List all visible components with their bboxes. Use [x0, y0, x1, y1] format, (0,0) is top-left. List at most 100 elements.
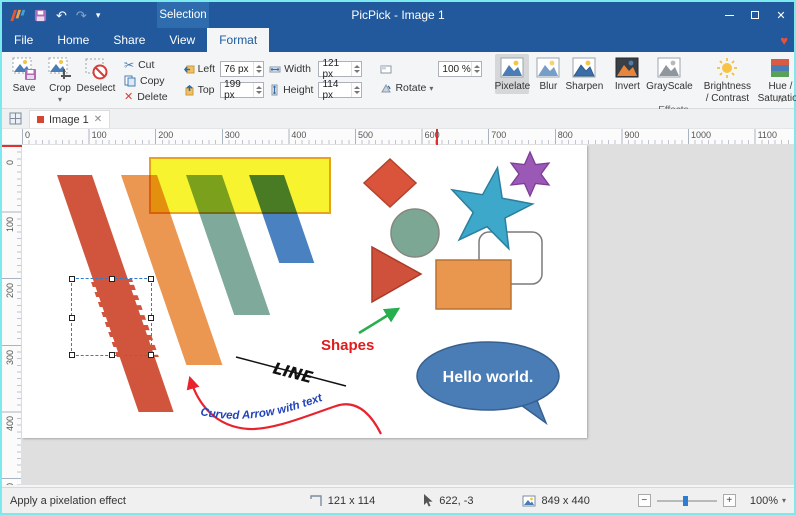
pixelated-edge-left [90, 279, 124, 357]
spin-down-icon[interactable] [354, 91, 360, 94]
maximize-button[interactable] [742, 2, 768, 28]
spin-up-icon[interactable] [354, 65, 360, 68]
qat-customize-icon[interactable]: ▾ [96, 11, 101, 20]
tab-file[interactable]: File [2, 28, 45, 52]
zoom-input[interactable]: 100 % [438, 61, 482, 77]
undo-icon[interactable]: ↶ [56, 9, 67, 22]
image-canvas[interactable]: Shapes LINE Curved Arrow with text Hello… [22, 145, 587, 438]
deselect-button[interactable]: Deselect [79, 54, 113, 96]
modified-indicator-icon [37, 116, 44, 123]
ribbon-collapse-icon[interactable]: ∧ [777, 94, 784, 105]
selection-handle-n[interactable] [109, 276, 115, 282]
save-icon [11, 57, 37, 81]
width-input[interactable]: 121 px [318, 61, 362, 77]
six-point-star-shape[interactable] [511, 152, 549, 196]
left-input[interactable]: 76 px [220, 61, 264, 77]
selection-handle-w[interactable] [69, 315, 75, 321]
spin-up-icon[interactable] [354, 86, 360, 89]
zoom-value: 100 % [442, 64, 471, 75]
spin-down-icon[interactable] [256, 70, 262, 73]
spin-down-icon[interactable] [474, 70, 480, 73]
close-icon: ✕ [776, 9, 785, 22]
top-input[interactable]: 199 px [220, 82, 264, 98]
contextual-tab-selection[interactable]: Selection [157, 2, 209, 28]
close-button[interactable]: ✕ [768, 2, 794, 28]
selection-handle-ne[interactable] [148, 276, 154, 282]
ruler-h-label: 800 [558, 130, 573, 140]
save-button[interactable]: Save [7, 54, 41, 96]
tab-share[interactable]: Share [101, 28, 157, 52]
image-size-icon [522, 495, 536, 507]
sharpen-button[interactable]: Sharpen [567, 54, 601, 94]
redo-icon[interactable]: ↷ [76, 9, 87, 22]
pixelate-icon [499, 57, 525, 79]
cut-button[interactable]: ✂ Cut [124, 58, 168, 72]
left-field-label: Left [184, 63, 216, 75]
heart-icon[interactable]: ♥ [780, 28, 788, 52]
selection-handle-sw[interactable] [69, 352, 75, 358]
ruler-vertical[interactable]: 0100200300400500 [2, 145, 22, 485]
grayscale-button[interactable]: GrayScale [646, 54, 692, 94]
ribbon-group-position: Left 76 px Width 121 px Top [178, 54, 369, 108]
tab-home[interactable]: Home [45, 28, 101, 52]
zoom-in-button[interactable]: + [723, 494, 736, 507]
pixelate-label: Pixelate [495, 81, 531, 93]
zoom-level-value: 100% [750, 495, 778, 507]
circle-shape[interactable] [391, 209, 439, 257]
ruler-horizontal[interactable]: 010020030040050060070080090010001100 [2, 129, 794, 145]
line-text[interactable]: LINE [271, 358, 315, 387]
shapes-text[interactable]: Shapes [321, 337, 374, 354]
tab-close-icon[interactable]: ✕ [94, 114, 102, 125]
tab-view[interactable]: View [157, 28, 207, 52]
tab-format[interactable]: Format [207, 28, 269, 52]
zoom-level[interactable]: 100% ▾ [750, 495, 786, 507]
height-input[interactable]: 114 px [318, 82, 362, 98]
spin-down-icon[interactable] [354, 70, 360, 73]
ruler-h-label: 700 [491, 130, 506, 140]
spin-up-icon[interactable] [256, 65, 262, 68]
ribbon-group-selection: Save Crop ▾ Deselect [6, 54, 114, 108]
zoom-dropdown-icon[interactable]: ▾ [782, 496, 786, 505]
minimize-icon [725, 15, 734, 16]
zoom-slider-handle[interactable] [683, 496, 688, 506]
zoom-spinner[interactable] [471, 62, 481, 76]
delete-icon: ✕ [124, 90, 133, 103]
blur-button[interactable]: Blur [531, 54, 565, 94]
blur-label: Blur [540, 81, 558, 93]
crop-button[interactable]: Crop ▾ [43, 54, 77, 105]
spin-down-icon[interactable] [256, 91, 262, 94]
green-arrow[interactable] [359, 309, 398, 333]
minimize-button[interactable] [716, 2, 742, 28]
rotate-button[interactable]: Rotate ▾ [380, 82, 433, 94]
rotate-label: Rotate [395, 82, 426, 94]
selection-handle-nw[interactable] [69, 276, 75, 282]
document-tab-bar: Image 1 ✕ [2, 109, 794, 129]
copy-button[interactable]: Copy [124, 75, 168, 87]
zoom-ratio-icon [380, 64, 392, 75]
selection-rectangle[interactable] [71, 278, 152, 356]
window-layout-icon[interactable] [9, 112, 22, 125]
spin-up-icon[interactable] [474, 65, 480, 68]
selection-handle-se[interactable] [148, 352, 154, 358]
hello-world-text[interactable]: Hello world. [443, 369, 534, 386]
selection-handle-e[interactable] [148, 315, 154, 321]
diamond-shape[interactable] [364, 159, 416, 207]
brightness-contrast-button[interactable]: Brightness/ Contrast [701, 54, 753, 105]
zoom-out-button[interactable]: − [638, 494, 651, 507]
save-quick-icon[interactable] [34, 9, 47, 22]
rectangle-shape[interactable] [436, 260, 511, 309]
pixelate-button[interactable]: Pixelate [495, 54, 529, 94]
document-tab-image1[interactable]: Image 1 ✕ [29, 110, 110, 128]
crop-dropdown-icon[interactable]: ▾ [58, 95, 62, 104]
invert-button[interactable]: Invert [610, 54, 644, 94]
left-spinner[interactable] [253, 62, 263, 76]
spin-up-icon[interactable] [256, 86, 262, 89]
height-spinner[interactable] [351, 83, 361, 97]
delete-button[interactable]: ✕ Delete [124, 90, 168, 103]
rotate-dropdown-icon[interactable]: ▾ [429, 84, 433, 93]
top-spinner[interactable] [253, 83, 263, 97]
selection-size-value: 121 x 114 [328, 495, 376, 507]
zoom-slider[interactable] [657, 500, 717, 502]
selection-handle-s[interactable] [109, 352, 115, 358]
width-spinner[interactable] [351, 62, 361, 76]
